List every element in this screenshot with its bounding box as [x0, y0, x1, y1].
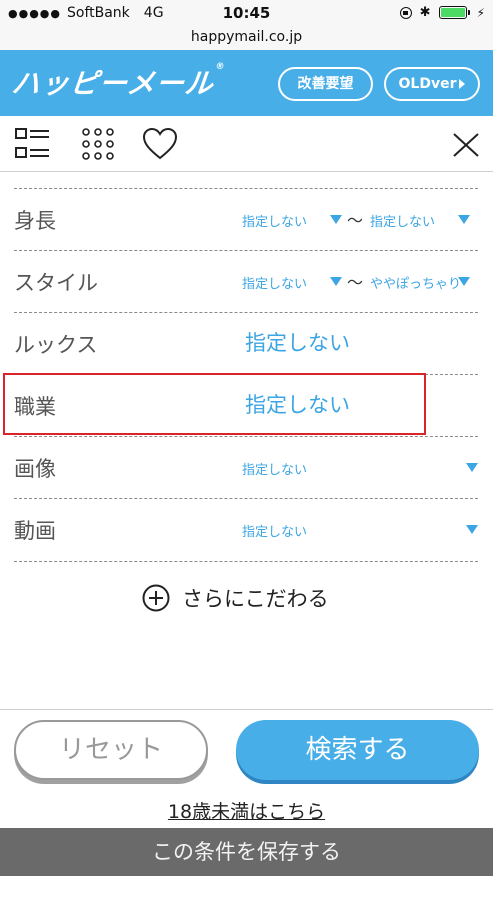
- dropdown-arrow-icon[interactable]: [330, 215, 342, 224]
- old-version-button[interactable]: OLDver: [384, 67, 480, 101]
- play-arrow-icon: [459, 79, 466, 89]
- looks-select[interactable]: 指定しない: [245, 327, 350, 357]
- save-conditions-button[interactable]: この条件を保存する: [0, 828, 493, 876]
- highlight-frame: [3, 373, 426, 435]
- app-header: ハッピーメール® 改善要望 OLDver: [0, 50, 493, 116]
- charging-icon: ⚡: [476, 5, 485, 20]
- reset-label: リセット: [58, 735, 163, 765]
- favorite-heart-icon[interactable]: [142, 126, 178, 162]
- style-from-select[interactable]: 指定しない: [242, 273, 307, 292]
- section-divider: [0, 709, 493, 710]
- battery-icon: [438, 6, 470, 19]
- dropdown-arrow-icon[interactable]: [458, 215, 470, 224]
- filter-label: 身長: [14, 209, 56, 233]
- search-toolbar: [0, 116, 493, 172]
- list-view-icon[interactable]: [15, 126, 51, 162]
- dropdown-arrow-icon[interactable]: [330, 277, 342, 286]
- status-bar: ●●●●● SoftBank 4G 10:45 ✱ ⚡: [0, 0, 493, 28]
- plus-circle-icon: [142, 584, 170, 612]
- filter-label: 画像: [14, 457, 56, 481]
- range-tilde: 〜: [347, 211, 364, 230]
- search-button[interactable]: 検索する: [236, 720, 479, 780]
- video-select[interactable]: 指定しない: [242, 521, 307, 540]
- image-select[interactable]: 指定しない: [242, 459, 307, 478]
- status-icons: ✱ ⚡: [399, 5, 485, 20]
- row-divider: [14, 561, 478, 562]
- orientation-lock-icon: [399, 6, 412, 19]
- filter-row-looks[interactable]: ルックス 指定しない: [14, 312, 478, 375]
- old-version-label: OLDver: [398, 76, 457, 92]
- grid-view-icon[interactable]: [80, 126, 116, 162]
- bluetooth-icon: ✱: [419, 5, 431, 20]
- reset-button[interactable]: リセット: [14, 720, 208, 780]
- under-18-link[interactable]: 18歳未満はこちら: [0, 797, 493, 824]
- save-conditions-label: この条件を保存する: [152, 840, 341, 864]
- dropdown-arrow-icon[interactable]: [466, 525, 478, 534]
- range-tilde: 〜: [347, 273, 364, 292]
- more-options-button[interactable]: さらにこだわる: [142, 583, 329, 613]
- filter-row-image[interactable]: 画像 指定しない: [14, 436, 478, 499]
- close-icon[interactable]: [448, 126, 484, 162]
- filter-label: 動画: [14, 519, 56, 543]
- dropdown-arrow-icon[interactable]: [458, 277, 470, 286]
- height-from-select[interactable]: 指定しない: [242, 211, 307, 230]
- logo-text: ハッピーメール: [10, 67, 216, 100]
- registered-mark: ®: [214, 62, 226, 72]
- filter-label: ルックス: [14, 333, 98, 357]
- dropdown-arrow-icon[interactable]: [466, 463, 478, 472]
- filter-row-style[interactable]: スタイル 指定しない 〜 ややぽっちゃり: [14, 250, 478, 313]
- search-label: 検索する: [305, 735, 410, 765]
- improvement-request-label: 改善要望: [297, 76, 354, 92]
- filter-row-video[interactable]: 動画 指定しない: [14, 498, 478, 561]
- happymail-logo[interactable]: ハッピーメール®: [10, 62, 226, 102]
- filter-label: スタイル: [14, 271, 98, 295]
- improvement-request-button[interactable]: 改善要望: [278, 67, 373, 101]
- height-to-select[interactable]: 指定しない: [370, 211, 435, 230]
- more-options-label: さらにこだわる: [182, 587, 329, 611]
- url-bar[interactable]: happymail.co.jp: [0, 28, 493, 50]
- style-to-select[interactable]: ややぽっちゃり: [370, 273, 470, 292]
- filter-row-height[interactable]: 身長 指定しない 〜 指定しない: [14, 188, 478, 251]
